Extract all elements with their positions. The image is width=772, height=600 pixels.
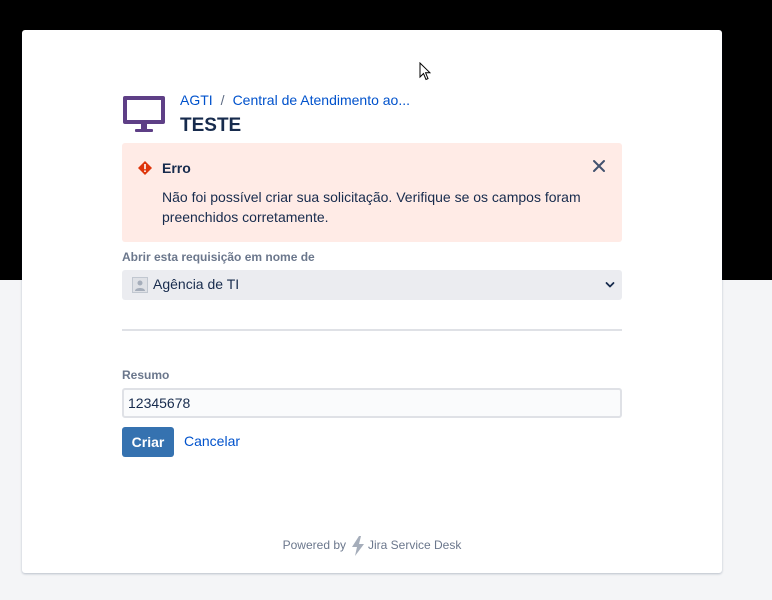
monitor-icon xyxy=(123,96,165,132)
footer: Powered by Jira Service Desk xyxy=(22,536,722,556)
user-icon xyxy=(135,280,145,291)
page-title: TESTE xyxy=(180,115,242,136)
breadcrumb-root-link[interactable]: AGTI xyxy=(180,92,213,108)
request-card: AGTI / Central de Atendimento ao... TESTE … xyxy=(22,30,722,573)
error-icon xyxy=(138,161,152,175)
error-message: Erro Não foi possível criar sua solicita… xyxy=(122,143,622,242)
breadcrumb-portal-link[interactable]: Central de Atendimento ao... xyxy=(233,92,410,108)
jira-bolt-icon xyxy=(352,536,364,556)
avatar xyxy=(132,277,148,293)
summary-label: Resumo xyxy=(122,368,170,382)
summary-input[interactable] xyxy=(122,388,622,418)
chevron-down-icon xyxy=(605,282,615,288)
error-title: Erro xyxy=(162,160,191,176)
mouse-cursor-icon xyxy=(419,62,431,81)
on-behalf-select[interactable]: Agência de TI xyxy=(122,270,622,300)
footer-prefix: Powered by xyxy=(282,538,346,553)
on-behalf-label: Abrir esta requisição em nome de xyxy=(122,250,315,264)
on-behalf-value: Agência de TI xyxy=(153,276,240,292)
section-divider xyxy=(122,329,622,331)
error-text: Não foi possível criar sua solicitação. … xyxy=(162,189,581,225)
cancel-link[interactable]: Cancelar xyxy=(184,433,240,449)
footer-product-link[interactable]: Jira Service Desk xyxy=(368,538,461,552)
breadcrumb-separator: / xyxy=(220,92,225,108)
breadcrumb: AGTI / Central de Atendimento ao... xyxy=(180,92,410,108)
create-button[interactable]: Criar xyxy=(122,427,174,457)
close-icon[interactable] xyxy=(592,159,606,173)
